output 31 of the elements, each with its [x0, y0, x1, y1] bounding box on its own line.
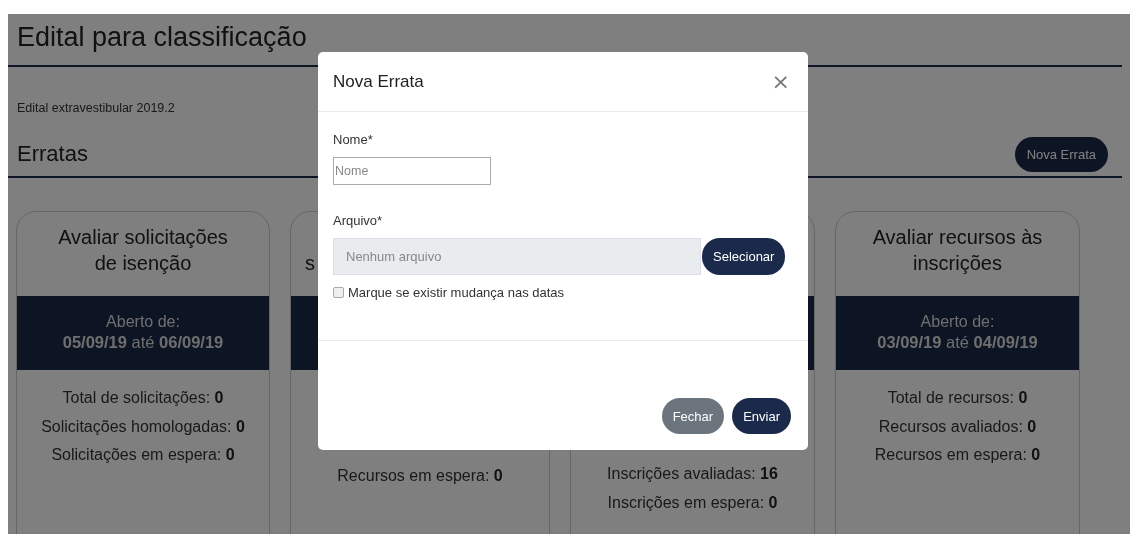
stat-line: Recursos em espera: 0 — [337, 466, 503, 486]
edital-name: Edital extravestibular 2019.2 — [17, 101, 175, 115]
modal-title: Nova Errata — [333, 71, 424, 92]
date-range: 03/09/19 até 04/09/19 — [877, 332, 1038, 353]
stat-line: Total de solicitações: 0 — [62, 388, 224, 408]
field-label: Nome* — [333, 132, 373, 147]
stat-line: Recursos em espera: 0 — [874, 445, 1041, 465]
new-errata-button[interactable]: Nova Errata — [1014, 137, 1108, 172]
card-title: s — [305, 251, 315, 276]
card-title: Avaliar solicitações de isenção — [57, 225, 229, 276]
file-field[interactable]: Nenhum arquivo — [333, 238, 701, 275]
period-label: Aberto de: — [106, 313, 180, 331]
section-title: Erratas — [17, 141, 88, 167]
close-dialog-button[interactable]: Fechar — [661, 398, 725, 434]
submit-button[interactable]: Enviar — [732, 398, 791, 434]
stat-line: Solicitações homologadas: 0 — [41, 416, 245, 437]
stat-line: Inscrições em espera: 0 — [607, 492, 778, 513]
stat-line: Inscrições avaliadas: 16 — [607, 464, 778, 484]
stat-line: Solicitações em espera: 0 — [51, 445, 235, 465]
date-range: 05/09/19 até 06/09/19 — [62, 332, 224, 353]
period-label: Aberto de: — [920, 313, 995, 331]
close-button[interactable]: × — [769, 70, 792, 93]
checkbox-label: Marque se existir mudança nas datas — [348, 285, 565, 300]
checkbox[interactable] — [333, 287, 344, 298]
page-title: Edital para classificação — [17, 22, 307, 53]
card-title: Avaliar recursos às inscrições — [871, 225, 1044, 276]
stat-line: Total de recursos: 0 — [887, 388, 1028, 408]
select-file-button[interactable]: Selecionar — [702, 238, 786, 275]
stat-line: Recursos avaliados: 0 — [878, 416, 1037, 437]
field-label: Arquivo* — [333, 213, 383, 228]
name-field[interactable]: Nome — [333, 157, 491, 185]
